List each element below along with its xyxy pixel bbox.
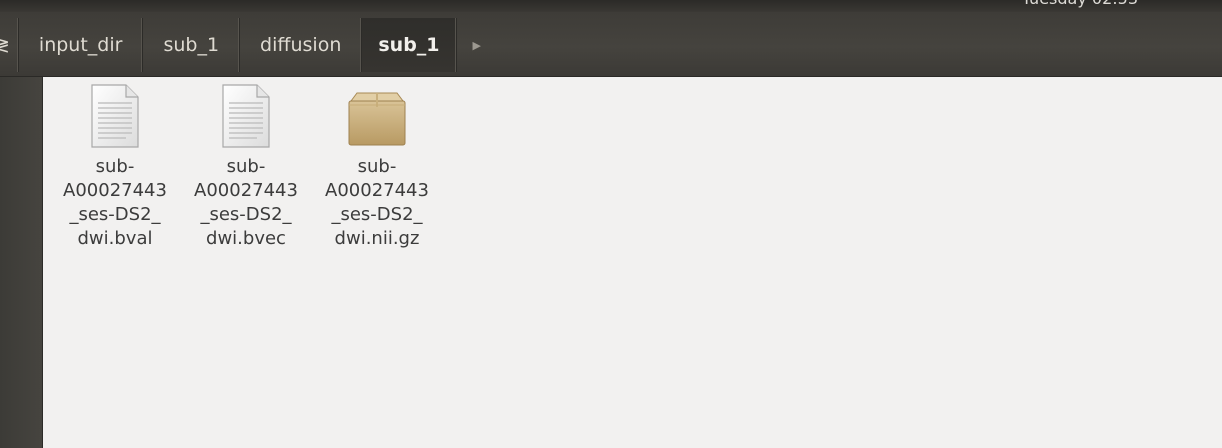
file-item[interactable]: sub- A00027443 _ses-DS2_ dwi.bvec [190,83,302,251]
file-item[interactable]: sub- A00027443 _ses-DS2_ dwi.nii.gz [321,83,433,251]
archive-package-icon [321,83,433,153]
file-name: sub- A00027443 _ses-DS2_ dwi.bval [63,156,167,249]
breadcrumb-item-input-dir[interactable]: input_dir [19,18,144,72]
breadcrumb-item-diffusion[interactable]: diffusion [240,18,363,72]
file-item[interactable]: sub- A00027443 _ses-DS2_ dwi.bval [59,83,171,251]
file-name: sub- A00027443 _ses-DS2_ dwi.nii.gz [325,156,429,249]
text-document-icon [190,83,302,153]
pathbar-scroll-right-icon[interactable]: ▶ [457,18,481,72]
file-view: sub- A00027443 _ses-DS2_ dwi.bval sub- A… [43,77,1222,448]
breadcrumb-item-current[interactable]: sub_1 [362,18,457,72]
top-panel: Tuesday 02:53 [0,0,1222,12]
text-document-icon [59,83,171,153]
toolbar: ≷ input_dir sub_1 diffusion sub_1 ▶ [0,12,1222,77]
clock[interactable]: Tuesday 02:53 [1022,0,1138,8]
breadcrumb-item-sub-1[interactable]: sub_1 [143,18,241,72]
breadcrumb: ≷ input_dir sub_1 diffusion sub_1 ▶ [0,18,481,72]
breadcrumb-hidden-item[interactable]: ≷ [0,18,19,72]
file-name: sub- A00027443 _ses-DS2_ dwi.bvec [194,156,298,249]
sidebar [0,77,43,448]
